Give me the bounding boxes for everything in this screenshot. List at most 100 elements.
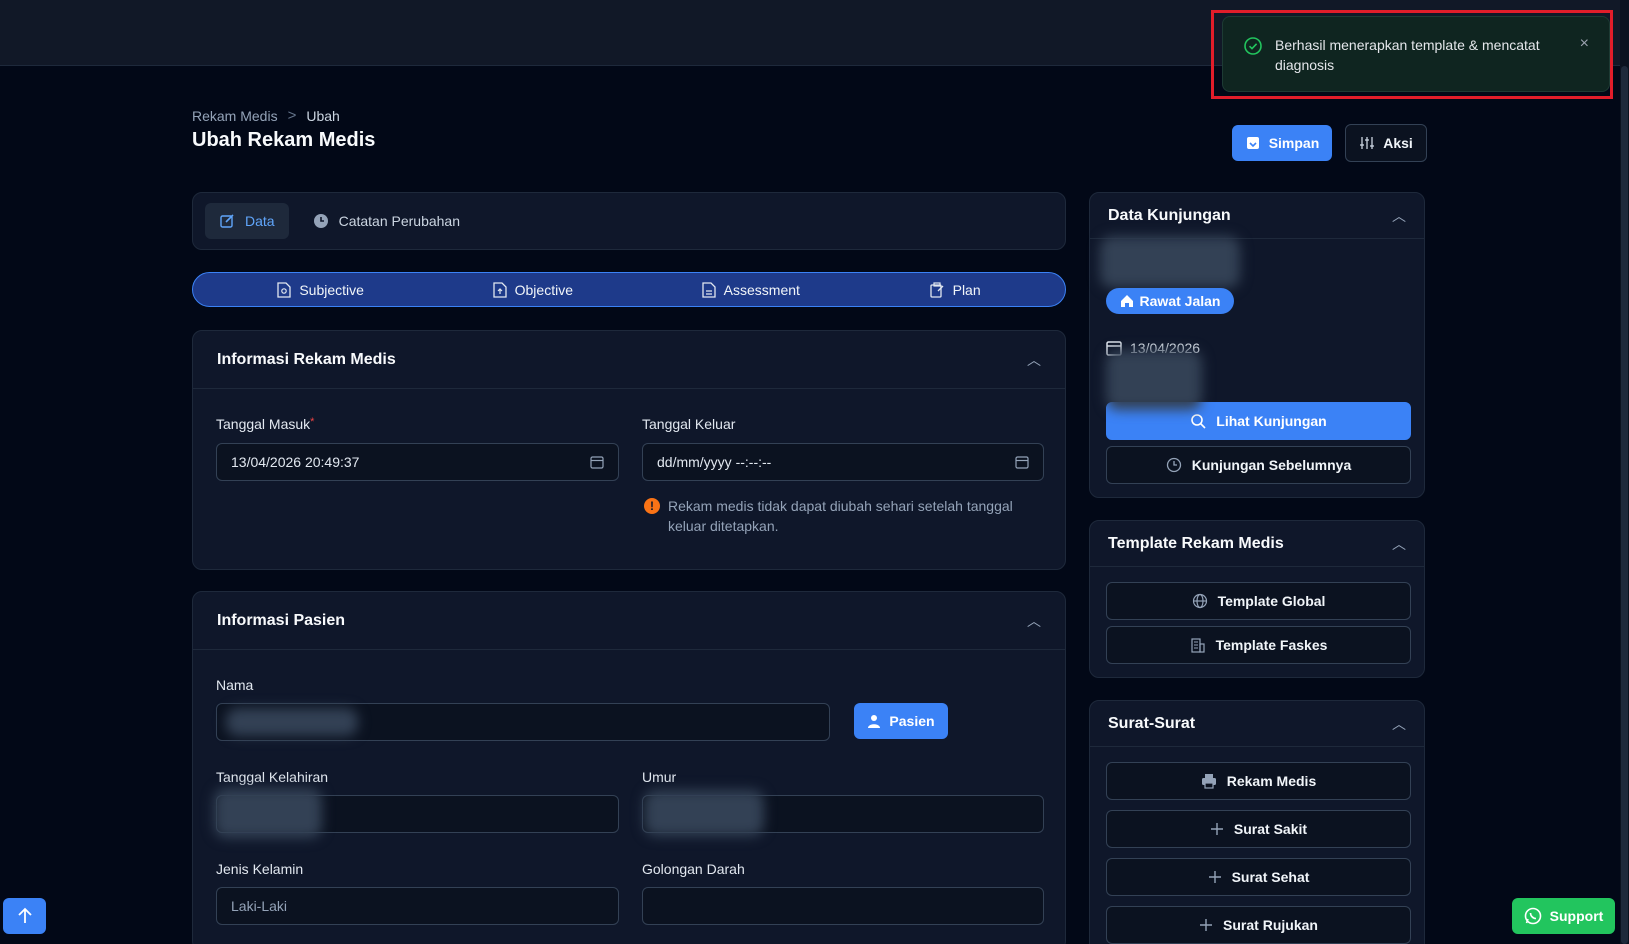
pasien-button[interactable]: Pasien xyxy=(854,703,948,739)
tanggal-keluar-input[interactable]: dd/mm/yyyy --:--:-- xyxy=(642,443,1044,481)
scroll-top-button[interactable] xyxy=(3,898,46,934)
home-icon xyxy=(1120,295,1133,307)
soap-subjective[interactable]: Subjective xyxy=(277,282,364,298)
tab-catatan-perubahan[interactable]: Catatan Perubahan xyxy=(299,203,474,239)
plus-icon xyxy=(1208,871,1221,883)
support-label: Support xyxy=(1549,908,1604,924)
jenis-kelamin-label: Jenis Kelamin xyxy=(216,861,304,877)
chevron-up-icon[interactable]: ︿ xyxy=(1392,714,1406,734)
required-marker: * xyxy=(310,416,315,428)
plus-icon xyxy=(1200,919,1213,931)
save-button[interactable]: Simpan xyxy=(1232,125,1332,161)
lihat-kunjungan-label: Lihat Kunjungan xyxy=(1216,413,1327,429)
surat-card: Surat-Surat ︿ Rekam Medis Surat Sakit Su… xyxy=(1089,700,1425,944)
soap-objective-label: Objective xyxy=(514,281,573,298)
tanggal-masuk-input[interactable]: 13/04/2026 20:49:37 xyxy=(216,443,619,481)
tanggal-kelahiran-label: Tanggal Kelahiran xyxy=(216,769,329,785)
toast-highlight xyxy=(1211,10,1613,99)
breadcrumb-current: Ubah xyxy=(306,107,340,124)
building-icon xyxy=(1190,638,1205,653)
tabs-card: Data Catatan Perubahan xyxy=(192,192,1066,250)
save-icon xyxy=(1246,137,1259,149)
kunjungan-sebelumnya-label: Kunjungan Sebelumnya xyxy=(1191,457,1352,473)
chevron-up-icon[interactable]: ︿ xyxy=(1392,534,1406,554)
template-global-button[interactable]: Template Global xyxy=(1106,582,1411,620)
soap-plan-label: Plan xyxy=(952,281,981,298)
calendar-icon xyxy=(1015,456,1029,469)
template-title: Template Rekam Medis xyxy=(1108,534,1284,552)
surat-title: Surat-Surat xyxy=(1108,714,1196,732)
template-card: Template Rekam Medis ︿ Template Global T… xyxy=(1089,520,1425,678)
surat-sehat-label: Surat Sehat xyxy=(1231,869,1310,885)
jenis-kelamin-value: Laki-Laki xyxy=(231,898,288,914)
rekam-medis-title: Informasi Rekam Medis xyxy=(217,350,396,368)
tab-data[interactable]: Data xyxy=(205,203,289,239)
tab-catatan-label: Catatan Perubahan xyxy=(338,213,461,229)
nama-label: Nama xyxy=(216,677,254,693)
chevron-up-icon[interactable]: ︿ xyxy=(1027,611,1041,631)
soap-subjective-label: Subjective xyxy=(299,281,364,298)
soap-plan[interactable]: Plan xyxy=(929,282,981,298)
warning-text: Rekam medis tidak dapat diubah sehari se… xyxy=(668,498,1013,534)
rekam-medis-print-button[interactable]: Rekam Medis xyxy=(1106,762,1411,800)
soap-objective[interactable]: Objective xyxy=(492,281,573,298)
soap-assessment-label: Assessment xyxy=(723,281,800,298)
clipboard-icon xyxy=(929,281,944,298)
support-button[interactable]: Support xyxy=(1512,898,1615,934)
tab-data-label: Data xyxy=(245,213,275,229)
surat-sakit-label: Surat Sakit xyxy=(1233,821,1308,837)
chevron-up-icon[interactable]: ︿ xyxy=(1392,206,1406,226)
actions-label: Aksi xyxy=(1383,135,1413,151)
tanggal-masuk-label: Tanggal Masuk* xyxy=(216,416,314,432)
redacted-visit-info xyxy=(1106,350,1202,410)
calendar-icon xyxy=(590,456,604,469)
redacted-birthdate xyxy=(214,788,322,838)
rekam-medis-print-label: Rekam Medis xyxy=(1226,773,1317,789)
edit-icon xyxy=(220,214,234,228)
redacted-name xyxy=(226,708,358,736)
actions-button[interactable]: Aksi xyxy=(1345,124,1427,162)
warning-note: ! Rekam medis tidak dapat diubah sehari … xyxy=(644,496,1024,536)
soap-nav: Subjective Objective Assessment Plan xyxy=(192,272,1066,307)
kunjungan-title: Data Kunjungan xyxy=(1108,206,1231,224)
user-icon xyxy=(868,715,881,728)
surat-rujukan-button[interactable]: Surat Rujukan xyxy=(1106,906,1411,944)
kunjungan-sebelumnya-button[interactable]: Kunjungan Sebelumnya xyxy=(1106,446,1411,484)
template-faskes-label: Template Faskes xyxy=(1215,637,1328,653)
golongan-darah-input[interactable] xyxy=(642,887,1044,925)
pasien-title: Informasi Pasien xyxy=(217,611,346,629)
save-label: Simpan xyxy=(1268,135,1320,151)
template-faskes-button[interactable]: Template Faskes xyxy=(1106,626,1411,664)
surat-sakit-button[interactable]: Surat Sakit xyxy=(1106,810,1411,848)
alert-icon: ! xyxy=(644,498,660,514)
tanggal-masuk-text: Tanggal Masuk xyxy=(216,416,311,432)
umur-label: Umur xyxy=(642,769,677,785)
file-search-icon xyxy=(277,281,291,298)
whatsapp-icon xyxy=(1524,907,1541,925)
breadcrumb-root[interactable]: Rekam Medis xyxy=(192,108,278,124)
tanggal-keluar-placeholder: dd/mm/yyyy --:--:-- xyxy=(657,454,772,470)
surat-rujukan-label: Surat Rujukan xyxy=(1223,917,1318,933)
redacted-age xyxy=(644,790,764,836)
surat-sehat-button[interactable]: Surat Sehat xyxy=(1106,858,1411,896)
pasien-button-label: Pasien xyxy=(889,713,935,729)
page-title: Ubah Rekam Medis xyxy=(192,129,376,151)
golongan-darah-label: Golongan Darah xyxy=(642,861,745,877)
history-icon xyxy=(1166,457,1181,473)
chevron-up-icon[interactable]: ︿ xyxy=(1027,350,1041,370)
soap-assessment[interactable]: Assessment xyxy=(702,282,800,298)
scrollbar-thumb[interactable] xyxy=(1621,66,1628,944)
globe-icon xyxy=(1192,593,1207,609)
arrow-up-icon xyxy=(17,907,32,923)
template-global-label: Template Global xyxy=(1217,593,1326,609)
breadcrumb: Rekam Medis > Ubah xyxy=(192,107,340,124)
page-scrollbar[interactable] xyxy=(1620,0,1629,944)
tanggal-keluar-label: Tanggal Keluar xyxy=(642,416,736,432)
redacted-patient-name xyxy=(1100,236,1240,288)
chevron-right-icon: > xyxy=(287,107,297,124)
file-upload-icon xyxy=(492,281,507,298)
rawat-jalan-badge: Rawat Jalan xyxy=(1106,288,1234,314)
tanggal-masuk-value: 13/04/2026 20:49:37 xyxy=(231,454,360,470)
jenis-kelamin-input[interactable]: Laki-Laki xyxy=(216,887,619,925)
file-text-icon xyxy=(702,281,716,298)
